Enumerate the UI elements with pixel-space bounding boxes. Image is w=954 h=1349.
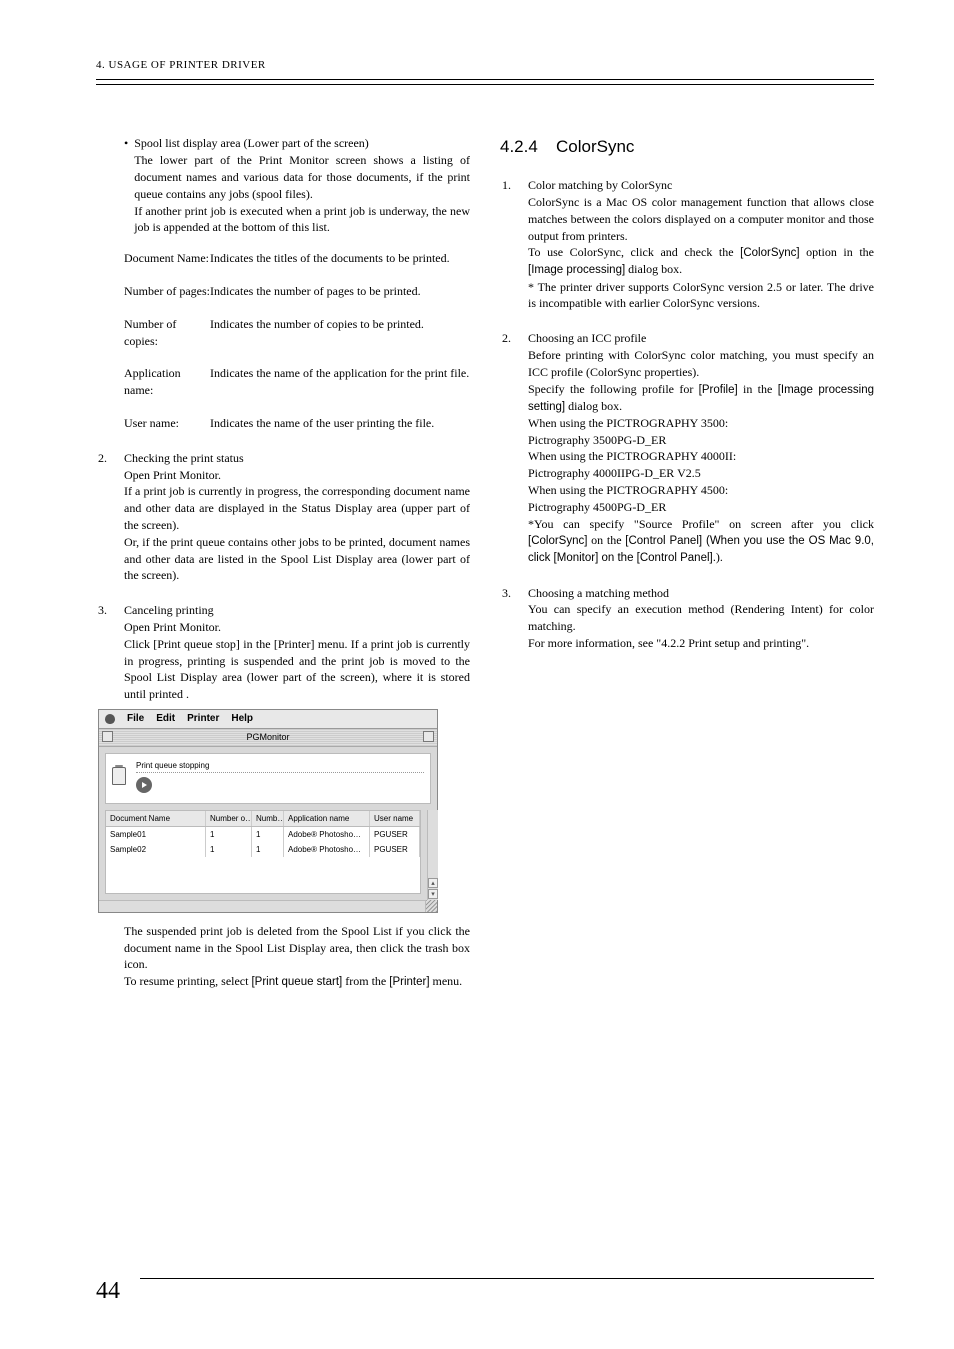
def-term: Application name: — [124, 365, 210, 399]
after-p2: To resume printing, select [Print queue … — [124, 974, 462, 988]
profile-line: Pictrography 4500PG-D_ER — [528, 500, 666, 514]
def-desc: Indicates the titles of the documents to… — [210, 250, 470, 267]
footer-rule — [140, 1278, 874, 1279]
def-term: User name: — [124, 415, 210, 432]
pgmonitor-window: File Edit Printer Help PGMonitor Print q… — [98, 709, 438, 913]
menu-help[interactable]: Help — [231, 712, 253, 726]
def-desc: Indicates the number of copies to be pri… — [210, 316, 470, 350]
step-note: * The printer driver supports ColorSync … — [528, 280, 874, 311]
step-para: For more information, see "4.2.2 Print s… — [528, 636, 809, 650]
def-term: Number of pages: — [124, 283, 210, 300]
step-number: 1. — [500, 177, 528, 312]
step-para: Or, if the print queue contains other jo… — [124, 535, 470, 583]
window-titlebar[interactable]: PGMonitor — [99, 729, 437, 747]
col-document-name[interactable]: Document Name — [106, 811, 206, 826]
cell-usr: PGUSER — [370, 827, 420, 842]
section-header: 4. USAGE OF PRINTER DRIVER — [96, 59, 266, 71]
step-line: Open Print Monitor. — [124, 468, 221, 482]
menu-edit[interactable]: Edit — [156, 712, 175, 726]
profile-line: Pictrography 3500PG-D_ER — [528, 433, 666, 447]
bullet-p2: If another print job is executed when a … — [134, 204, 470, 235]
cell-np: 1 — [206, 842, 252, 857]
left-column: • Spool list display area (Lower part of… — [96, 135, 470, 990]
def-term: Number of copies: — [124, 316, 210, 350]
def-desc: Indicates the name of the application fo… — [210, 365, 470, 399]
play-stop-icon[interactable] — [136, 777, 152, 793]
col-num-copies[interactable]: Numb… — [252, 811, 284, 826]
right-column: 4.2.4ColorSync 1. Color matching by Colo… — [500, 135, 874, 990]
cell-app: Adobe® Photosho… — [284, 842, 370, 857]
page-number: 44 — [96, 1275, 120, 1309]
step-number: 3. — [96, 602, 124, 703]
status-pane: Print queue stopping — [105, 753, 431, 804]
section-heading: 4.2.4ColorSync — [500, 135, 874, 159]
step-title: Color matching by ColorSync — [528, 178, 672, 192]
cell-doc: Sample01 — [106, 827, 206, 842]
profile-line: When using the PICTROGRAPHY 3500: — [528, 416, 728, 430]
scroll-up-icon[interactable]: ▴ — [428, 878, 438, 888]
cell-nc: 1 — [252, 827, 284, 842]
profile-line: When using the PICTROGRAPHY 4500: — [528, 483, 728, 497]
cell-doc: Sample02 — [106, 842, 206, 857]
step-para: If a print job is currently in progress,… — [124, 484, 470, 532]
table-row[interactable]: Sample02 1 1 Adobe® Photosho… PGUSER — [106, 842, 420, 857]
section-title: ColorSync — [556, 137, 634, 156]
cell-app: Adobe® Photosho… — [284, 827, 370, 842]
bullet-title: Spool list display area (Lower part of t… — [134, 136, 369, 150]
def-term: Document Name: — [124, 250, 210, 267]
scrollbar[interactable]: ▴ ▾ — [427, 810, 438, 900]
step-para: Click [Print queue stop] in the [Printer… — [124, 637, 470, 701]
step-para: You can specify an execution method (Ren… — [528, 602, 874, 633]
section-number: 4.2.4 — [500, 135, 556, 159]
menubar[interactable]: File Edit Printer Help — [99, 710, 437, 729]
cell-nc: 1 — [252, 842, 284, 857]
after-p1: The suspended print job is deleted from … — [124, 924, 470, 972]
step-title: Checking the print status — [124, 451, 244, 465]
step-title: Choosing a matching method — [528, 586, 669, 600]
scroll-down-icon[interactable]: ▾ — [428, 889, 438, 899]
def-desc: Indicates the name of the user printing … — [210, 415, 470, 432]
menu-file[interactable]: File — [127, 712, 144, 726]
step-line: Open Print Monitor. — [124, 620, 221, 634]
step-note: *You can specify "Source Profile" on scr… — [528, 517, 874, 565]
cell-usr: PGUSER — [370, 842, 420, 857]
step-para: To use ColorSync, click and check the [C… — [528, 245, 874, 276]
step-title: Choosing an ICC profile — [528, 331, 646, 345]
col-user-name[interactable]: User name — [370, 811, 420, 826]
menu-printer[interactable]: Printer — [187, 712, 219, 726]
status-text: Print queue stopping — [136, 760, 424, 773]
profile-line: Pictrography 4000IIPG-D_ER V2.5 — [528, 466, 701, 480]
col-app-name[interactable]: Application name — [284, 811, 370, 826]
col-num-pages[interactable]: Number o… — [206, 811, 252, 826]
table-row[interactable]: Sample01 1 1 Adobe® Photosho… PGUSER — [106, 827, 420, 842]
profile-line: When using the PICTROGRAPHY 4000II: — [528, 449, 736, 463]
bullet-icon: • — [124, 135, 128, 236]
step-number: 2. — [96, 450, 124, 584]
window-title: PGMonitor — [246, 732, 289, 742]
step-para: Before printing with ColorSync color mat… — [528, 348, 874, 379]
trash-icon[interactable] — [112, 767, 126, 785]
step-para: ColorSync is a Mac OS color management f… — [528, 195, 874, 243]
definitions-table: Document Name: Indicates the titles of t… — [124, 250, 470, 432]
bullet-p1: The lower part of the Print Monitor scre… — [134, 153, 470, 201]
step-para: Specify the following profile for [Profi… — [528, 382, 874, 413]
resize-handle-icon[interactable] — [425, 900, 437, 912]
step-number: 3. — [500, 585, 528, 652]
cell-np: 1 — [206, 827, 252, 842]
step-title: Canceling printing — [124, 603, 214, 617]
step-number: 2. — [500, 330, 528, 566]
def-desc: Indicates the number of pages to be prin… — [210, 283, 470, 300]
apple-menu-icon[interactable] — [105, 714, 115, 724]
spool-list-table: Document Name Number o… Numb… Applicatio… — [105, 810, 421, 894]
